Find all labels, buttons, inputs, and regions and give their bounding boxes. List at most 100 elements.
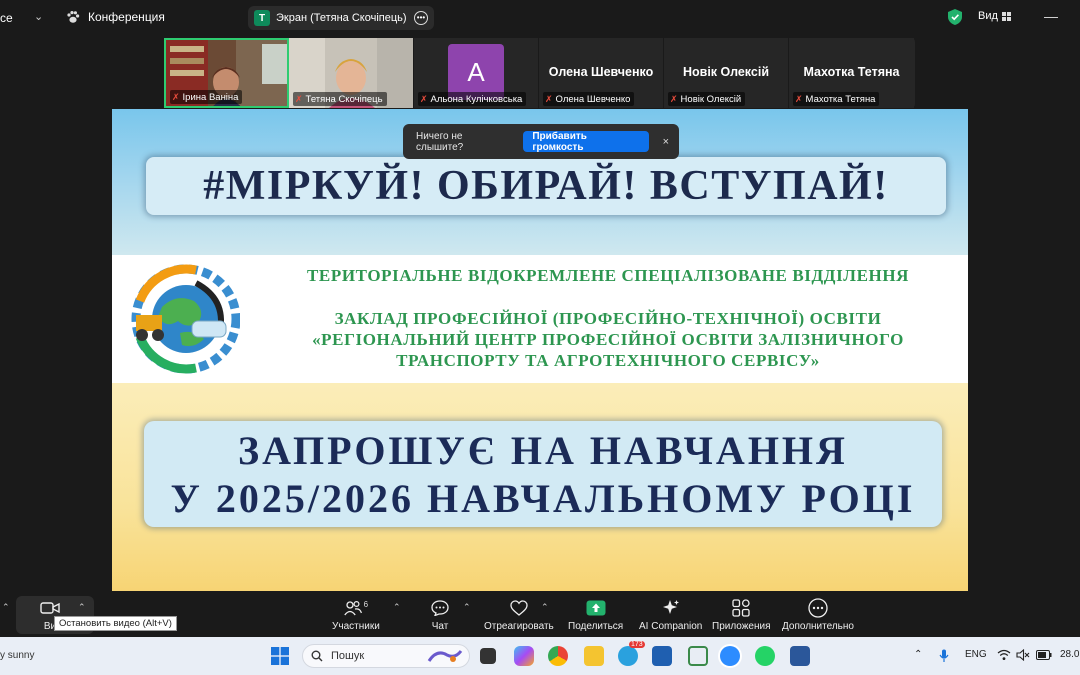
participant-name: Новік Олексій: [680, 93, 742, 105]
snipping-tool-icon[interactable]: [688, 646, 708, 666]
app-name: ce: [0, 11, 13, 25]
org-line: ТРАНСПОРТУ ТА АГРОТЕХНІЧНОГО СЕРВІСУ»: [396, 351, 820, 370]
participant-name: Альона Кулічковська: [430, 93, 523, 105]
meeting-label: Конференция: [88, 10, 165, 24]
participant-name: Махотка Тетяна: [805, 93, 876, 105]
mic-muted-icon: ✗: [670, 93, 678, 104]
slogan-box: #МІРКУЙ! ОБИРАЙ! ВСТУПАЙ!: [146, 157, 946, 215]
react-caret-icon[interactable]: ⌃: [541, 602, 549, 613]
invite-line: ЗАПРОШУЄ НА НАВЧАННЯ: [238, 428, 848, 473]
share-label: Поделиться: [568, 621, 624, 632]
institution-logo: [131, 264, 240, 374]
shared-screen-slide: #МІРКУЙ! ОБИРАЙ! ВСТУПАЙ! ТЕРИТОРІАЛЬНЕ …: [112, 109, 968, 591]
whatsapp-icon[interactable]: [755, 646, 775, 666]
file-explorer-icon[interactable]: [584, 646, 604, 666]
participant-tile[interactable]: ✗ Тетяна Скочіпець: [289, 38, 414, 108]
slide-slogan: #МІРКУЙ! ОБИРАЙ! ВСТУПАЙ!: [203, 163, 889, 209]
mic-muted-icon: ✗: [795, 93, 803, 104]
notification-text: Ничего не слышите?: [416, 130, 464, 153]
chrome-icon[interactable]: [548, 646, 568, 666]
participants-caret-icon[interactable]: ⌃: [393, 602, 401, 613]
task-view-icon[interactable]: [480, 648, 496, 664]
more-button[interactable]: Дополнительно: [782, 598, 854, 632]
participant-tile[interactable]: A ✗ Альона Кулічковська: [414, 38, 539, 108]
apps-label: Приложения: [712, 621, 771, 632]
participant-tile[interactable]: Новік Олексій ✗ Новік Олексій: [664, 38, 789, 108]
microphone-icon[interactable]: [939, 649, 949, 663]
copilot-icon[interactable]: [514, 646, 534, 666]
video-options-caret-icon[interactable]: ⌃: [78, 602, 86, 613]
org-line: ТЕРИТОРІАЛЬНЕ ВІДОКРЕМЛЕНЕ СПЕЦІАЛІЗОВАН…: [306, 266, 910, 285]
apps-icon: [732, 598, 750, 618]
chat-button[interactable]: Чат: [431, 598, 449, 632]
weather-widget[interactable]: y sunny: [0, 650, 34, 661]
view-label: Вид: [978, 10, 998, 22]
speaker-muted-icon[interactable]: [1016, 649, 1030, 661]
wifi-icon[interactable]: [997, 649, 1011, 661]
language-indicator[interactable]: ENG: [965, 649, 987, 660]
title-bar: ce ⌄ Конференция T Экран (Тетяна Скочіпе…: [0, 0, 1080, 36]
battery-icon[interactable]: [1036, 650, 1052, 660]
participant-name: Олена Шевченко: [555, 93, 631, 105]
chat-label: Чат: [431, 621, 449, 632]
chat-icon: [431, 598, 449, 618]
search-icon: [311, 650, 323, 662]
windows-start-icon[interactable]: [270, 646, 290, 666]
org-line: ЗАКЛАД ПРОФЕСІЙНОЇ (ПРОФЕСІЙНО-ТЕХНІЧНОЇ…: [334, 309, 882, 328]
participant-tile[interactable]: Олена Шевченко ✗ Олена Шевченко: [539, 38, 664, 108]
share-screen-icon: [586, 598, 606, 618]
more-label: Дополнительно: [782, 621, 854, 632]
mic-muted-icon: ✗: [295, 93, 303, 104]
more-icon[interactable]: •••: [414, 11, 428, 25]
share-title: Экран (Тетяна Скочіпець): [276, 12, 407, 24]
mic-muted-icon: ✗: [545, 93, 553, 104]
tray-overflow-icon[interactable]: ⌃: [914, 649, 922, 660]
apps-button[interactable]: Приложения: [712, 598, 771, 632]
participant-nameplate: ✗ Новік Олексій: [668, 92, 746, 106]
organization-name: ТЕРИТОРІАЛЬНЕ ВІДОКРЕМЛЕНЕ СПЕЦІАЛІЗОВАН…: [272, 265, 944, 371]
participants-count: 6: [363, 599, 369, 609]
audio-notification: Ничего не слышите? Прибавить громкость ×: [403, 124, 679, 159]
chevron-down-icon[interactable]: ⌄: [34, 10, 43, 23]
mic-muted-icon: ✗: [420, 93, 428, 104]
participant-tile[interactable]: Махотка Тетяна ✗ Махотка Тетяна: [789, 38, 914, 108]
participants-strip: ✗ Ірина Ваніна ✗ Тетяна Скочіпець A ✗ Ал…: [164, 38, 915, 108]
taskbar-search[interactable]: Пошук: [302, 644, 470, 668]
more-circle-icon: [808, 598, 828, 618]
clock-date[interactable]: 28.0: [1060, 649, 1079, 660]
search-highlight-icon: [427, 650, 463, 662]
close-icon[interactable]: ×: [663, 136, 669, 148]
view-menu-button[interactable]: Вид: [978, 10, 1012, 22]
security-shield-icon[interactable]: [948, 9, 962, 25]
word-icon[interactable]: [790, 646, 810, 666]
zoom-window: ce ⌄ Конференция T Экран (Тетяна Скочіпе…: [0, 0, 1080, 675]
participant-name: Ірина Ваніна: [182, 91, 239, 103]
participant-nameplate: ✗ Махотка Тетяна: [793, 92, 880, 106]
participant-nameplate: ✗ Ірина Ваніна: [170, 90, 243, 104]
meeting-info-button[interactable]: Конференция: [66, 10, 165, 24]
ai-label: AI Companion: [639, 621, 703, 632]
paw-icon: [67, 11, 80, 23]
video-tooltip: Остановить видео (Alt+V): [54, 616, 177, 631]
participants-button[interactable]: 6 Участники: [332, 598, 380, 633]
screen-share-indicator[interactable]: T Экран (Тетяна Скочіпець) •••: [248, 6, 434, 30]
telegram-icon[interactable]: 173: [618, 641, 645, 666]
share-screen-button[interactable]: Поделиться: [568, 598, 623, 632]
zoom-app-icon[interactable]: [720, 646, 740, 666]
chat-caret-icon[interactable]: ⌃: [463, 602, 471, 613]
search-placeholder: Пошук: [331, 650, 365, 662]
boost-volume-button[interactable]: Прибавить громкость: [523, 131, 649, 153]
grid-icon: [1001, 11, 1011, 21]
mic-muted-icon: ✗: [172, 91, 180, 102]
minimize-icon[interactable]: —: [1044, 8, 1058, 24]
ai-companion-button[interactable]: AI Companion: [639, 598, 702, 632]
participant-display-name: Махотка Тетяна: [803, 65, 900, 79]
participant-display-name: Олена Шевченко: [548, 65, 654, 79]
participants-label: Участники: [332, 621, 380, 632]
participants-icon: 6: [343, 598, 369, 618]
participant-tile[interactable]: ✗ Ірина Ваніна: [164, 38, 289, 108]
store-icon[interactable]: [652, 646, 672, 666]
audio-options-caret-icon[interactable]: ⌃: [2, 602, 10, 613]
invite-line: У 2025/2026 НАВЧАЛЬНОМУ РОЦІ: [170, 476, 916, 521]
react-label: Отреагировать: [484, 621, 554, 632]
